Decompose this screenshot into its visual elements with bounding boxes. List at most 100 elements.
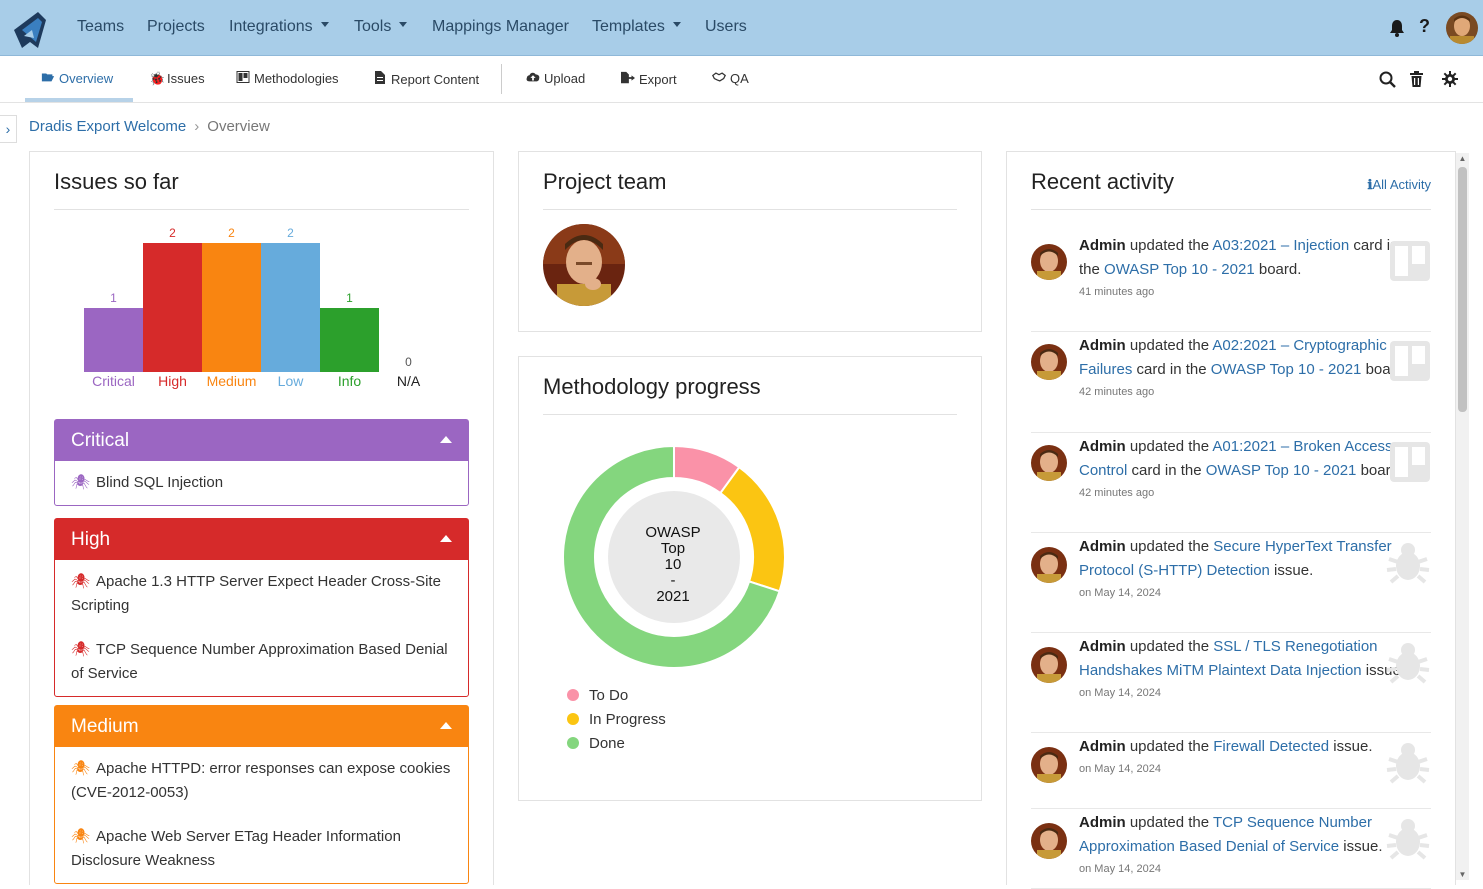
tab-export[interactable]: Export	[621, 71, 677, 87]
legend-dot	[567, 689, 579, 702]
bar-medium	[202, 243, 261, 372]
bar-high	[143, 243, 202, 372]
activity-time: on May 14, 2024	[1079, 763, 1161, 775]
high-group-header[interactable]: High	[55, 519, 468, 560]
collapse-icon[interactable]	[440, 722, 452, 729]
recent-activity-card: Recent activity ℹAll Activity Admin upda…	[1006, 151, 1456, 889]
folder-open-icon	[41, 73, 55, 82]
board-icon	[1390, 442, 1430, 482]
avatar[interactable]	[1031, 547, 1067, 583]
scroll-down-icon[interactable]: ▼	[1456, 870, 1469, 879]
tab-upload-label: Upload	[544, 71, 586, 86]
activity-time: on May 14, 2024	[1079, 863, 1161, 875]
chevron-down-icon	[399, 22, 408, 28]
top-navbar: Teams Projects Integrations Tools Mappin…	[0, 0, 1483, 56]
activity-time: on May 14, 2024	[1079, 687, 1161, 699]
tab-qa-label: QA	[730, 71, 749, 86]
card-divider	[1031, 209, 1431, 210]
collapse-icon[interactable]	[440, 436, 452, 443]
center-line: 10	[664, 556, 682, 573]
project-team-card: Project team	[518, 151, 982, 332]
team-member-avatar[interactable]	[543, 224, 625, 306]
avatar[interactable]	[1031, 823, 1067, 859]
avatar[interactable]	[1031, 244, 1067, 280]
nav-projects[interactable]: Projects	[147, 18, 205, 36]
activity-board-link[interactable]: OWASP Top 10 - 2021	[1211, 361, 1362, 378]
issues-bar-chart: 1 Critical 2 High 2 Medium 2 Low 1 Info 0 N/A	[84, 152, 464, 402]
trash-icon[interactable]	[1410, 71, 1423, 87]
bug-icon: 🕷︎	[71, 474, 91, 491]
activity-text: Admin updated the A02:2021 – Cryptograph…	[1079, 334, 1419, 382]
activity-verb: updated the	[1125, 337, 1213, 354]
tab-qa[interactable]: QA	[712, 71, 749, 86]
avatar[interactable]	[1446, 12, 1478, 44]
nav-teams[interactable]: Teams	[77, 18, 124, 36]
activity-user[interactable]: Admin	[1079, 538, 1126, 555]
nav-users[interactable]: Users	[705, 18, 747, 36]
collapse-icon[interactable]	[440, 535, 452, 542]
tab-upload[interactable]: Upload	[526, 71, 585, 86]
issue-title: Blind SQL Injection	[96, 474, 224, 491]
tab-methodologies[interactable]: Methodologies	[236, 71, 339, 86]
list-item[interactable]: 🕷︎ Apache HTTPD: error responses can expo…	[55, 747, 468, 815]
critical-group-header[interactable]: Critical	[55, 420, 468, 461]
bug-icon	[1386, 643, 1430, 684]
nav-templates-label: Templates	[592, 18, 665, 35]
activity-user[interactable]: Admin	[1079, 814, 1126, 831]
bug-icon: 🐞	[149, 71, 166, 86]
avatar[interactable]	[1031, 647, 1067, 683]
avatar[interactable]	[1031, 344, 1067, 380]
avatar[interactable]	[1031, 747, 1067, 783]
tab-overview[interactable]: Overview	[41, 71, 113, 86]
handshake-icon	[712, 72, 726, 82]
all-activity-link[interactable]: ℹAll Activity	[1368, 177, 1431, 193]
bar-value-label: 1	[346, 290, 353, 305]
recent-activity-title: Recent activity	[1031, 169, 1175, 194]
activity-user[interactable]: Admin	[1079, 337, 1126, 354]
nav-tools-label: Tools	[354, 18, 392, 35]
activity-board-link[interactable]: OWASP Top 10 - 2021	[1206, 462, 1357, 479]
center-line: OWASP	[645, 524, 701, 541]
bar-category-label: N/A	[396, 373, 421, 389]
medium-group-header[interactable]: Medium	[55, 706, 468, 747]
nav-templates[interactable]: Templates	[592, 18, 681, 36]
scrollbar-thumb[interactable]	[1458, 167, 1467, 412]
activity-user[interactable]: Admin	[1079, 638, 1126, 655]
file-icon	[375, 71, 385, 84]
breadcrumb-project-link[interactable]: Dradis Export Welcome	[29, 118, 186, 135]
help-icon[interactable]: ?	[1419, 16, 1430, 37]
activity-board-link[interactable]: OWASP Top 10 - 2021	[1104, 261, 1255, 278]
list-item[interactable]: 🕷︎ Apache 1.3 HTTP Server Expect Header C…	[55, 560, 468, 628]
activity-user[interactable]: Admin	[1079, 237, 1126, 254]
dradis-logo[interactable]	[8, 8, 52, 52]
activity-user[interactable]: Admin	[1079, 738, 1126, 755]
bar-value-label: 1	[110, 290, 117, 305]
activity-mid: card in the	[1127, 462, 1206, 479]
scroll-up-icon[interactable]: ▲	[1456, 154, 1469, 163]
bar-info	[320, 307, 379, 372]
search-icon[interactable]	[1379, 71, 1396, 88]
list-item[interactable]: 🕷︎ Apache Web Server ETag Header Informat…	[55, 815, 468, 883]
nav-mappings-manager[interactable]: Mappings Manager	[432, 18, 569, 36]
legend-label: In Progress	[589, 711, 666, 728]
list-item[interactable]: 🕷︎ TCP Sequence Number Approximation Base…	[55, 628, 468, 696]
nav-tools[interactable]: Tools	[354, 18, 408, 36]
nav-integrations-label: Integrations	[229, 18, 313, 35]
nav-integrations[interactable]: Integrations	[229, 18, 329, 36]
activity-verb: updated the	[1125, 638, 1214, 655]
sidebar-toggle[interactable]: ›	[0, 115, 17, 143]
activity-target-link[interactable]: A03:2021 – Injection	[1212, 237, 1349, 254]
gear-icon[interactable]	[1442, 71, 1458, 87]
activity-user[interactable]: Admin	[1079, 438, 1126, 455]
activity-item: Admin updated the SSL / TLS Renegotiatio…	[1031, 633, 1431, 733]
tab-report-content[interactable]: Report Content	[373, 71, 479, 87]
breadcrumb: Dradis Export Welcome › Overview	[29, 118, 270, 135]
avatar[interactable]	[1031, 445, 1067, 481]
activity-target-link[interactable]: Firewall Detected	[1213, 738, 1329, 755]
activity-verb: updated the	[1125, 438, 1213, 455]
scrollbar[interactable]: ▲ ▼	[1456, 153, 1469, 880]
tab-issues[interactable]: 🐞 Issues	[149, 71, 205, 87]
activity-item: Admin updated the A01:2021 – Broken Acce…	[1031, 433, 1431, 533]
list-item[interactable]: 🕷︎ Blind SQL Injection	[55, 461, 468, 505]
bell-icon[interactable]	[1389, 19, 1405, 37]
